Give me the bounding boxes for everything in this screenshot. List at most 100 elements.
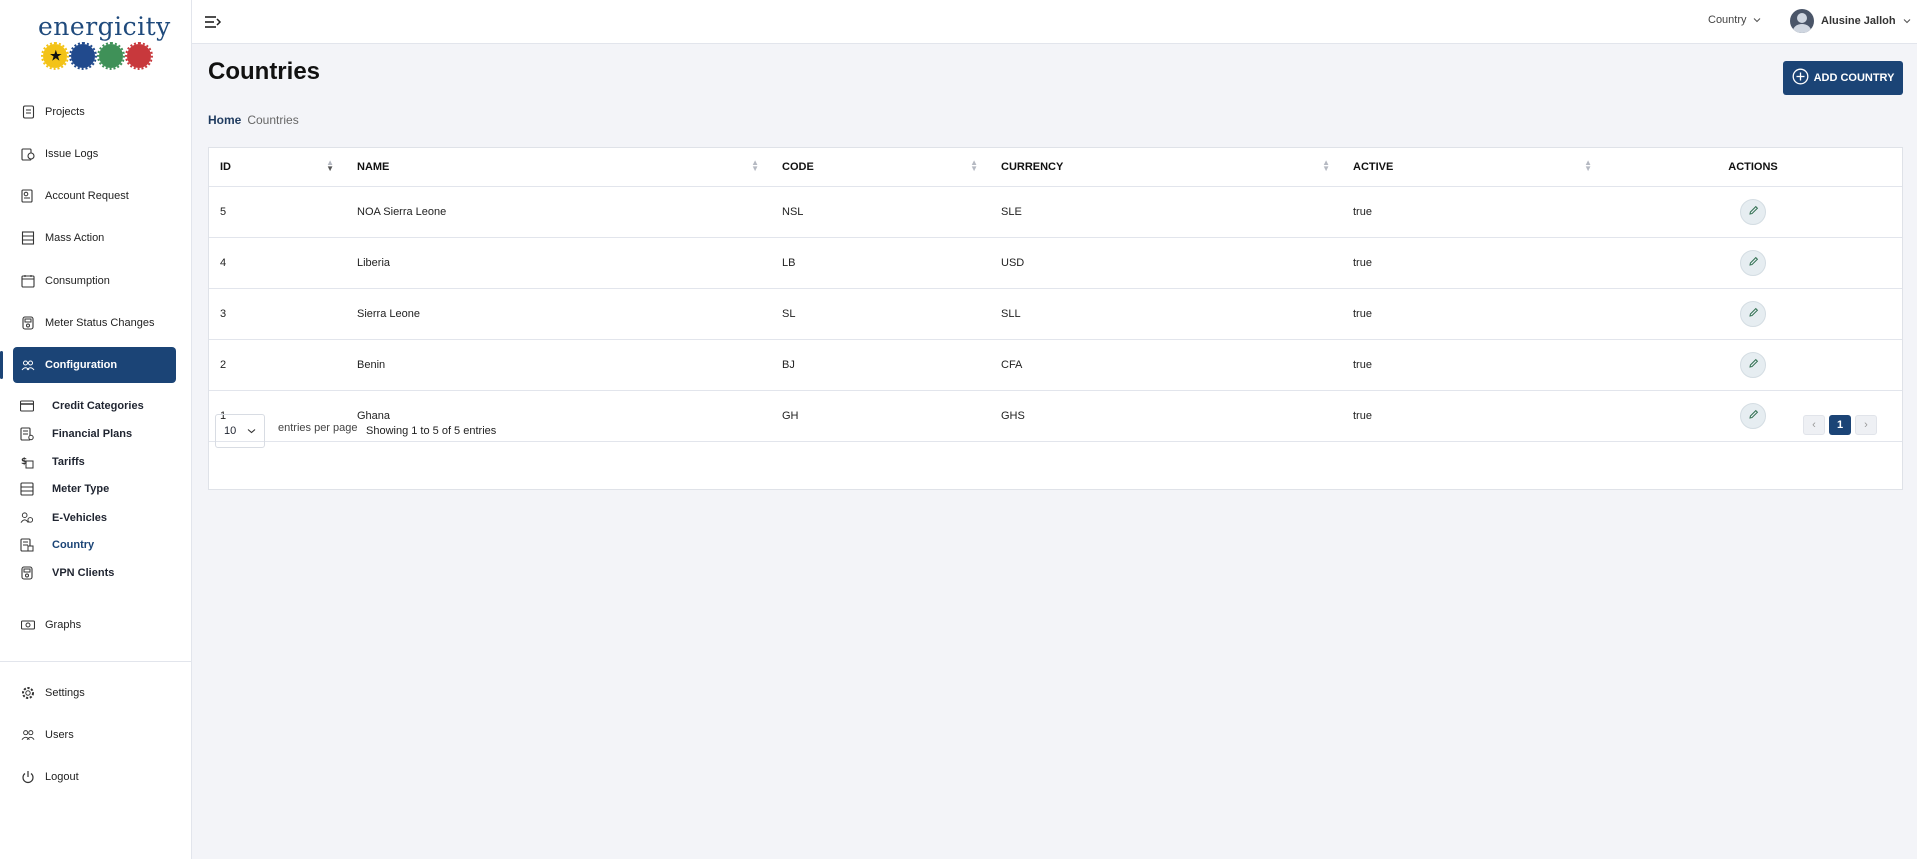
sidebar-item-logout[interactable]: Logout xyxy=(13,759,176,795)
sidebar-item-label: Settings xyxy=(45,687,85,699)
cell-actions xyxy=(1604,339,1902,391)
cell-code: SL xyxy=(771,288,990,340)
sidebar-item-label: Account Request xyxy=(45,190,129,202)
sidebar-item-users[interactable]: Users xyxy=(13,717,176,753)
edit-button[interactable] xyxy=(1740,198,1766,225)
column-header-label: NAME xyxy=(357,160,390,173)
edit-button[interactable] xyxy=(1740,351,1766,378)
pagination-prev-button[interactable]: ‹ xyxy=(1803,415,1825,435)
sidebar-item-projects[interactable]: Projects xyxy=(13,94,176,130)
cell-actions xyxy=(1604,288,1902,340)
users-group-icon xyxy=(21,728,35,742)
cell-id: 5 xyxy=(209,186,346,238)
cell-active: true xyxy=(1342,186,1604,238)
cell-id: 3 xyxy=(209,288,346,340)
sidebar-subitem-label: E-Vehicles xyxy=(52,512,108,524)
column-header-label: ID xyxy=(220,160,231,173)
brand-logo[interactable]: energicity ★ xyxy=(38,12,171,74)
topbar: Country Alusine Jalloh xyxy=(192,0,1917,44)
document-icon xyxy=(21,105,35,119)
chevron-down-icon xyxy=(247,425,256,437)
edit-button[interactable] xyxy=(1740,249,1766,276)
page-title: Countries xyxy=(208,58,321,85)
cell-currency: USD xyxy=(990,237,1342,289)
logo-star-red xyxy=(125,42,153,70)
column-header-currency[interactable]: CURRENCY ▲ ▼ xyxy=(990,148,1342,187)
cell-name: NOA Sierra Leone xyxy=(346,186,771,238)
cell-actions xyxy=(1604,186,1902,238)
list-icon xyxy=(21,231,35,245)
pencil-icon xyxy=(1748,255,1759,270)
user-name: Alusine Jalloh xyxy=(1821,15,1896,27)
cell-active: true xyxy=(1342,237,1604,289)
log-icon xyxy=(21,147,35,161)
sidebar-subitem-country[interactable]: Country xyxy=(20,534,180,556)
sidebar: energicity ★ Projects Issue Logs Account… xyxy=(0,0,192,859)
sidebar-subitem-vpn-clients[interactable]: VPN Clients xyxy=(20,562,180,584)
sidebar-item-account-request[interactable]: Account Request xyxy=(13,178,176,214)
logo-stars: ★ xyxy=(38,42,156,70)
entries-per-page-select[interactable]: 10 xyxy=(215,414,265,448)
column-header-active[interactable]: ACTIVE ▲ ▼ xyxy=(1342,148,1604,187)
country-icon xyxy=(20,538,34,552)
sidebar-subitem-financial-plans[interactable]: Financial Plans xyxy=(20,423,180,445)
breadcrumb-home[interactable]: Home xyxy=(208,113,241,127)
sidebar-subitem-label: Financial Plans xyxy=(52,428,133,440)
vpn-icon xyxy=(20,566,34,580)
column-header-label: CODE xyxy=(782,160,814,173)
menu-toggle-icon[interactable] xyxy=(204,13,222,31)
add-country-button[interactable]: ADD COUNTRY xyxy=(1783,61,1903,95)
sidebar-subitem-e-vehicles[interactable]: E-Vehicles xyxy=(20,507,180,529)
graph-icon xyxy=(21,618,35,632)
user-menu[interactable]: Alusine Jalloh xyxy=(1790,9,1911,33)
pagination-page-button[interactable]: 1 xyxy=(1829,415,1851,435)
gear-icon xyxy=(21,686,35,700)
pagination-next-button[interactable]: › xyxy=(1855,415,1877,435)
avatar xyxy=(1790,9,1814,33)
column-header-name[interactable]: NAME ▲ ▼ xyxy=(346,148,771,187)
table-footer: 10 entries per page Showing 1 to 5 of 5 … xyxy=(209,404,1902,490)
sidebar-subitem-label: Country xyxy=(52,539,95,551)
column-header-id[interactable]: ID ▲ ▼ xyxy=(209,148,346,187)
column-header-code[interactable]: CODE ▲ ▼ xyxy=(771,148,990,187)
logo-star-yellow: ★ xyxy=(41,42,69,70)
sidebar-item-mass-action[interactable]: Mass Action xyxy=(13,220,176,256)
sidebar-subitem-label: Meter Type xyxy=(52,483,110,495)
sidebar-subitem-credit-categories[interactable]: Credit Categories xyxy=(20,395,180,417)
pencil-icon xyxy=(1748,357,1759,372)
sidebar-item-consumption[interactable]: Consumption xyxy=(13,263,176,299)
country-select[interactable]: Country xyxy=(1708,14,1761,26)
sidebar-item-meter-status-changes[interactable]: Meter Status Changes xyxy=(13,305,176,341)
sidebar-subitem-tariffs[interactable]: $ Tariffs xyxy=(20,451,180,473)
request-icon xyxy=(21,189,35,203)
sidebar-item-graphs[interactable]: Graphs xyxy=(13,607,176,643)
sidebar-subitem-label: Tariffs xyxy=(52,456,85,468)
sort-icon: ▲ ▼ xyxy=(751,158,759,173)
sort-icon: ▲ ▼ xyxy=(1584,158,1592,173)
sidebar-divider xyxy=(0,661,191,662)
edit-button[interactable] xyxy=(1740,300,1766,327)
chevron-down-icon xyxy=(1753,14,1761,26)
plus-circle-icon xyxy=(1792,68,1809,88)
brand-name: energicity xyxy=(38,12,171,41)
sidebar-item-issue-logs[interactable]: Issue Logs xyxy=(13,136,176,172)
sidebar-item-configuration[interactable]: Configuration xyxy=(0,347,176,383)
sidebar-item-label: Configuration xyxy=(45,359,118,371)
table-row: 5 NOA Sierra Leone NSL SLE true xyxy=(209,186,1902,238)
table-header-row: ID ▲ ▼ NAME ▲ ▼ CODE ▲ ▼ CURRENCY ▲ ▼ ACTIVE ▲ ▼ A… xyxy=(209,148,1902,187)
breadcrumb: Home Countries xyxy=(208,113,299,127)
cell-currency: SLE xyxy=(990,186,1342,238)
sidebar-item-settings[interactable]: Settings xyxy=(13,675,176,711)
pagination: ‹ 1 › xyxy=(1803,415,1877,435)
logo-star-blue xyxy=(69,42,97,70)
sidebar-item-label: Logout xyxy=(45,771,79,783)
cell-currency: CFA xyxy=(990,339,1342,391)
cell-code: BJ xyxy=(771,339,990,391)
add-country-label: ADD COUNTRY xyxy=(1813,72,1895,84)
chevron-down-icon xyxy=(1903,15,1911,27)
table-row: 3 Sierra Leone SL SLL true xyxy=(209,288,1902,340)
sidebar-item-label: Mass Action xyxy=(45,232,105,244)
cell-name: Liberia xyxy=(346,237,771,289)
sidebar-item-label: Graphs xyxy=(45,619,82,631)
sidebar-subitem-meter-type[interactable]: Meter Type xyxy=(20,478,180,500)
